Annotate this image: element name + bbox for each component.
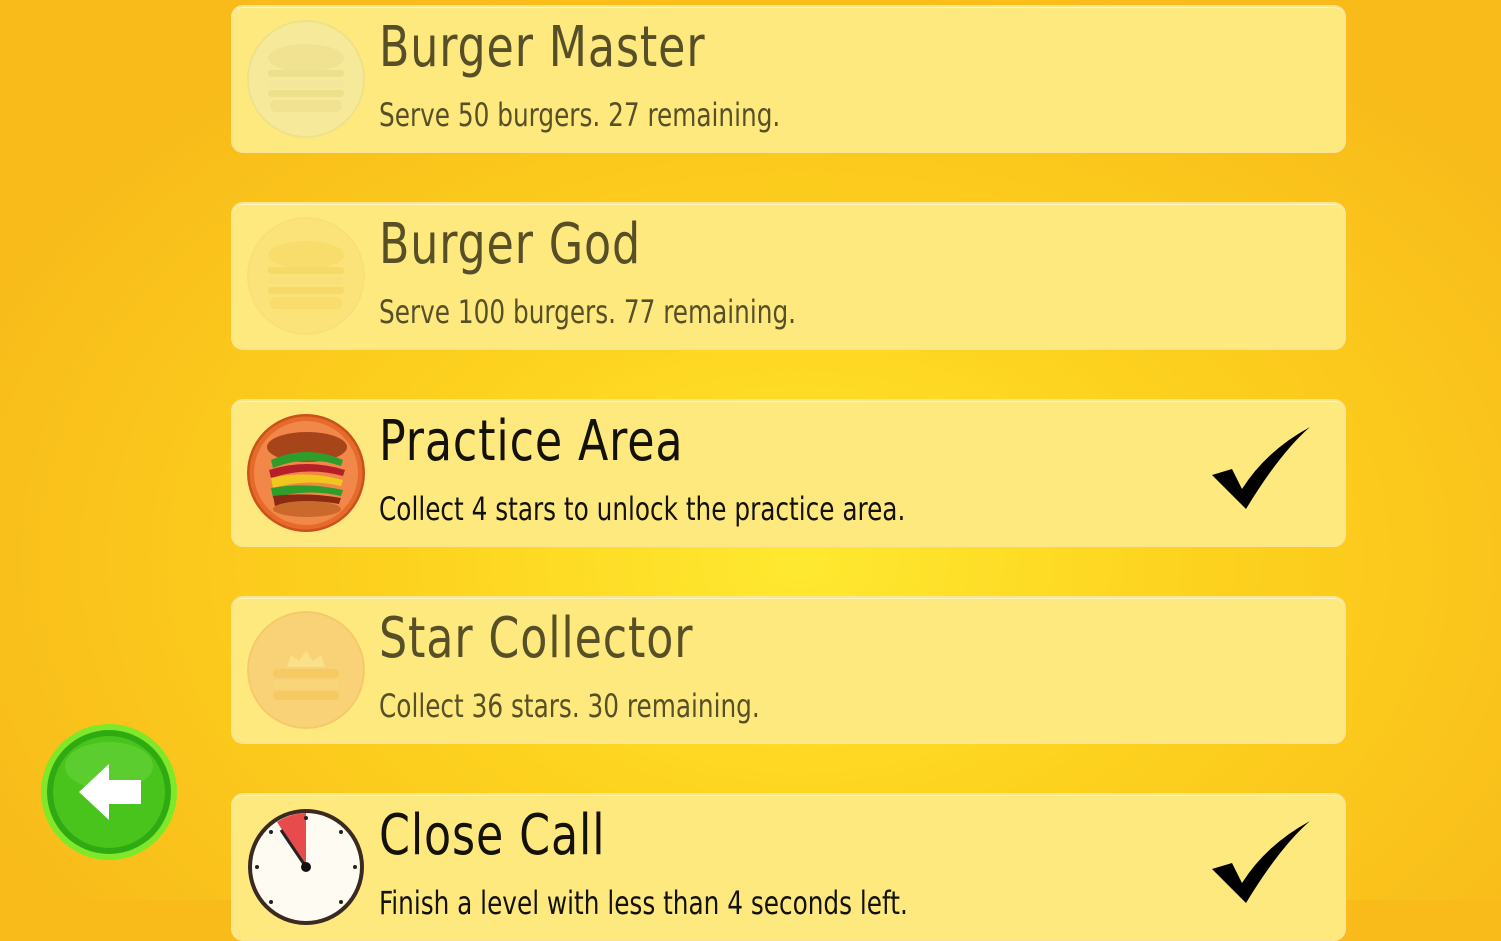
achievement-card-star-collector[interactable]: Star Collector Collect 36 stars. 30 rema… <box>231 596 1346 744</box>
achievement-description: Finish a level with less than 4 seconds … <box>379 884 908 922</box>
achievement-title: Practice Area <box>379 409 684 474</box>
achievements-list: Burger Master Serve 50 burgers. 27 remai… <box>0 0 1501 941</box>
achievement-title: Burger God <box>379 212 642 277</box>
checkmark-icon <box>1212 427 1310 509</box>
achievement-card-burger-god[interactable]: Burger God Serve 100 burgers. 77 remaini… <box>231 202 1346 350</box>
burger-stack-icon <box>247 414 365 532</box>
achievement-title: Burger Master <box>379 15 706 80</box>
achievement-title: Close Call <box>379 803 606 868</box>
stopwatch-icon <box>247 808 365 926</box>
burger-icon <box>247 20 365 138</box>
achievement-description: Collect 4 stars to unlock the practice a… <box>379 490 906 528</box>
burger-icon <box>247 217 365 335</box>
back-arrow-icon <box>41 724 177 860</box>
checkmark-icon <box>1212 821 1310 903</box>
achievement-card-burger-master[interactable]: Burger Master Serve 50 burgers. 27 remai… <box>231 5 1346 153</box>
achievement-description: Serve 50 burgers. 27 remaining. <box>379 96 781 134</box>
achievement-card-practice-area[interactable]: Practice Area Collect 4 stars to unlock … <box>231 399 1346 547</box>
achievement-description: Collect 36 stars. 30 remaining. <box>379 687 760 725</box>
star-stack-icon <box>247 611 365 729</box>
achievement-description: Serve 100 burgers. 77 remaining. <box>379 293 797 331</box>
back-button[interactable] <box>39 722 179 862</box>
achievement-card-close-call[interactable]: Close Call Finish a level with less than… <box>231 793 1346 941</box>
achievement-title: Star Collector <box>379 606 694 671</box>
